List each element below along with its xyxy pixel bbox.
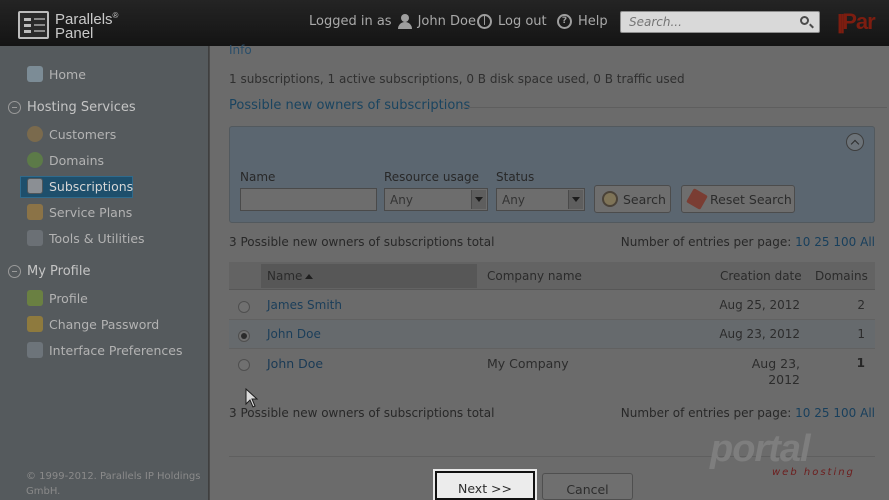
- info-heading: Info: [229, 43, 252, 57]
- section-title-divider: [462, 107, 887, 108]
- table-row: John Doe My Company Aug 23, 2012 1: [229, 349, 875, 393]
- top-bar: Parallels® Panel Logged in as John Doe |…: [0, 0, 889, 46]
- collapse-filter-icon[interactable]: [846, 133, 864, 151]
- help-link[interactable]: ? Help: [557, 14, 608, 29]
- domains-icon: [27, 152, 43, 168]
- creation-date: Aug 25, 2012: [719, 298, 800, 312]
- results-total-bottom: 3 Possible new owners of subscriptions t…: [229, 406, 495, 420]
- status-label: Status: [496, 170, 535, 184]
- tools-icon: [27, 230, 43, 246]
- profile-card-icon: [27, 290, 43, 306]
- help-icon: ?: [557, 14, 572, 29]
- parallels-logo[interactable]: Parallels® Panel: [18, 9, 118, 41]
- user-icon: [397, 14, 412, 29]
- per-page-25[interactable]: 25: [814, 235, 829, 249]
- table-row: John Doe Aug 23, 2012 1: [229, 320, 875, 349]
- sidebar-item-subscriptions[interactable]: Subscriptions: [27, 177, 133, 195]
- sidebar-section-profile[interactable]: My Profile: [8, 264, 90, 279]
- domain-count: 1: [856, 356, 865, 370]
- copyright: © 1999-2012. Parallels IP Holdings GmbH.: [26, 471, 201, 497]
- power-icon: |: [477, 14, 492, 29]
- per-page-10[interactable]: 10: [795, 406, 810, 420]
- sidebar-item-profile[interactable]: Profile: [27, 289, 88, 307]
- name-filter-input[interactable]: [240, 188, 377, 211]
- per-page-100[interactable]: 100: [833, 235, 856, 249]
- search-icon[interactable]: [800, 16, 809, 25]
- sidebar-item-interface-preferences[interactable]: Interface Preferences: [27, 341, 182, 359]
- per-page-all[interactable]: All: [860, 235, 875, 249]
- dropdown-arrow-icon: [471, 190, 486, 209]
- owner-name-link[interactable]: John Doe: [267, 327, 321, 341]
- preferences-icon: [27, 342, 43, 358]
- company-name: My Company: [487, 356, 569, 371]
- per-page-100[interactable]: 100: [833, 406, 856, 420]
- table-header: Name Company name Creation date Domains: [229, 262, 875, 290]
- logout-link[interactable]: | Log out: [477, 14, 547, 29]
- per-page-25[interactable]: 25: [814, 406, 829, 420]
- global-search: [620, 11, 820, 33]
- sidebar-item-customers[interactable]: Customers: [27, 125, 116, 143]
- checklist-icon: [18, 11, 49, 39]
- filter-panel: Name Resource usage Any Status Any Searc…: [229, 126, 875, 223]
- dropdown-arrow-icon: [568, 190, 583, 209]
- resource-usage-select[interactable]: Any: [384, 188, 488, 211]
- portal-watermark: portal web hosting: [710, 428, 855, 478]
- column-header-name[interactable]: Name: [267, 269, 314, 283]
- per-page-all[interactable]: All: [860, 406, 875, 420]
- service-plans-icon: [27, 204, 43, 220]
- section-title: Possible new owners of subscriptions: [229, 98, 471, 113]
- broom-icon: [686, 188, 708, 210]
- subscriptions-icon: [27, 178, 43, 194]
- table-row: James Smith Aug 25, 2012 2: [229, 291, 875, 320]
- mouse-cursor-icon: [245, 388, 259, 408]
- sidebar-section-hosting[interactable]: Hosting Services: [8, 100, 136, 115]
- sidebar-item-change-password[interactable]: Change Password: [27, 315, 159, 333]
- creation-date: Aug 23, 2012: [751, 356, 800, 387]
- key-icon: [27, 316, 43, 332]
- search-input[interactable]: [621, 12, 791, 32]
- cancel-button[interactable]: Cancel: [542, 473, 633, 500]
- sidebar-item-home[interactable]: Home: [27, 65, 86, 83]
- row-radio-selected[interactable]: [238, 330, 250, 342]
- resource-usage-label: Resource usage: [384, 170, 480, 184]
- collapse-icon: [8, 265, 21, 278]
- logged-in-label: Logged in as: [309, 14, 392, 29]
- search-button[interactable]: Search: [594, 185, 671, 213]
- row-radio[interactable]: [238, 301, 250, 313]
- logo-text: Parallels® Panel: [55, 11, 119, 42]
- reset-search-button[interactable]: Reset Search: [681, 185, 795, 213]
- search-icon: [602, 191, 618, 207]
- domain-count: 2: [857, 298, 865, 312]
- entries-per-page: Number of entries per page: 10 25 100 Al…: [620, 235, 875, 249]
- sidebar-item-service-plans[interactable]: Service Plans: [27, 203, 132, 221]
- current-user-name[interactable]: John Doe: [418, 14, 476, 29]
- home-icon: [27, 66, 43, 82]
- next-button[interactable]: Next >>: [435, 471, 535, 500]
- per-page-10[interactable]: 10: [795, 235, 810, 249]
- sidebar: Home Hosting Services Customers Domains …: [0, 46, 209, 500]
- subscription-summary: 1 subscriptions, 1 active subscriptions,…: [229, 72, 685, 86]
- column-header-domains[interactable]: Domains: [815, 269, 868, 283]
- customers-icon: [27, 126, 43, 142]
- logged-in-info: Logged in as John Doe: [309, 14, 476, 29]
- status-select[interactable]: Any: [496, 188, 585, 211]
- entries-per-page-bottom: Number of entries per page: 10 25 100 Al…: [620, 406, 875, 420]
- collapse-icon: [8, 101, 21, 114]
- owner-name-link[interactable]: John Doe: [267, 356, 323, 371]
- sidebar-item-tools-utilities[interactable]: Tools & Utilities: [27, 229, 145, 247]
- column-header-company[interactable]: Company name: [487, 269, 582, 283]
- owner-name-link[interactable]: James Smith: [267, 298, 342, 312]
- creation-date: Aug 23, 2012: [719, 327, 800, 341]
- column-header-creation-date[interactable]: Creation date: [720, 269, 802, 283]
- name-filter-label: Name: [240, 170, 276, 184]
- domain-count: 1: [857, 327, 865, 341]
- sidebar-item-domains[interactable]: Domains: [27, 151, 104, 169]
- row-radio[interactable]: [238, 359, 250, 371]
- results-total: 3 Possible new owners of subscriptions t…: [229, 235, 495, 249]
- sort-ascending-icon: [305, 274, 314, 279]
- parallels-brand-logo: ||Par: [837, 9, 876, 34]
